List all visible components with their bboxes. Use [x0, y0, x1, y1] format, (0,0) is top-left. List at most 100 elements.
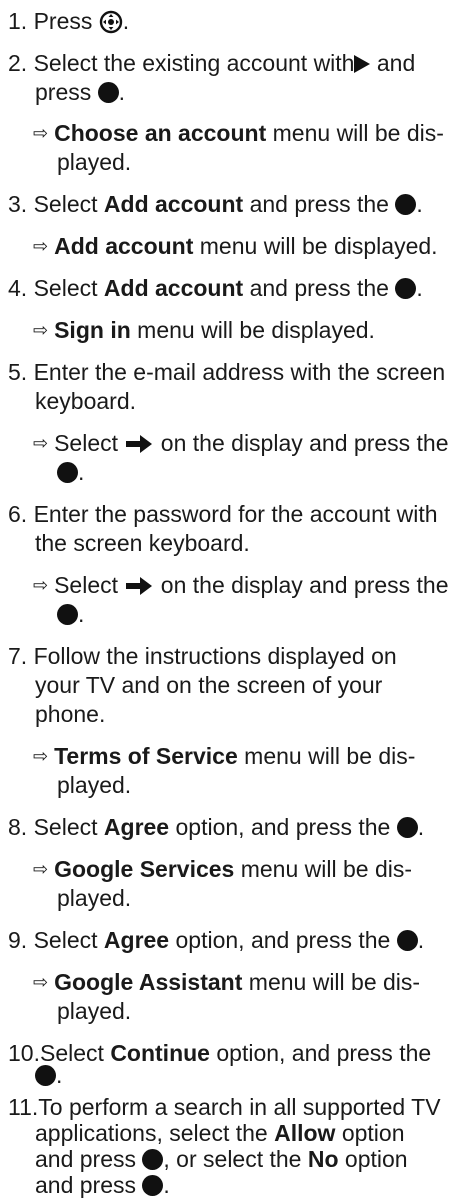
ok-button-icon	[396, 817, 418, 838]
option-name: Allow	[274, 1120, 336, 1146]
step-text: Select the existing account with	[33, 50, 355, 76]
step-text: your TV and on the screen of your	[35, 672, 383, 698]
step-11-line-2: applications, select the Allow option	[35, 1120, 405, 1147]
option-name: No	[307, 1146, 339, 1172]
result-arrow-icon: ⇨	[33, 320, 49, 340]
result-terms-of-service: ⇨ Terms of Service menu will be dis-	[33, 743, 415, 772]
result-text: menu will be displayed.	[130, 317, 375, 343]
step-7-line-2: your TV and on the screen of your	[35, 672, 382, 699]
result-arrow-icon: ⇨	[33, 123, 49, 143]
ok-button-icon	[57, 604, 78, 625]
step-text: Select	[33, 275, 104, 301]
step-text: To perform a search in all supported TV	[38, 1094, 441, 1120]
result-add-account: ⇨ Add account menu will be displayed.	[33, 233, 438, 262]
result-sign-in: ⇨ Sign in menu will be displayed.	[33, 317, 375, 346]
step-number: 5.	[8, 359, 28, 385]
result-arrow-icon: ⇨	[33, 575, 49, 595]
step-number: 9.	[8, 927, 28, 953]
step-7-line-3: phone.	[35, 701, 105, 728]
step-text-end: .	[416, 275, 423, 301]
step-10: 10.Select Continue option, and press the	[8, 1040, 431, 1067]
result-arrow-icon: ⇨	[33, 972, 49, 992]
result-text: on the display and press the	[154, 572, 449, 598]
step-text: Press	[33, 8, 99, 34]
menu-name: Google Services	[54, 856, 235, 882]
step-text: Select	[33, 191, 104, 217]
result-text: Select	[54, 430, 125, 456]
instruction-document: 1. Press . 2. Select the existing accoun…	[0, 0, 469, 1201]
result-select-arrow-2: ⇨ Select on the display and press the	[33, 572, 449, 601]
result-select-arrow-1: ⇨ Select on the display and press the	[33, 430, 449, 459]
step-number: 4.	[8, 275, 28, 301]
step-6-line-2: the screen keyboard.	[35, 530, 250, 557]
ok-button-icon	[142, 1175, 164, 1196]
ok-button-icon	[35, 1065, 56, 1086]
step-6: 6. Enter the password for the account wi…	[8, 501, 438, 528]
step-11: 11.To perform a search in all supported …	[8, 1094, 441, 1121]
result-choose-account-line-2: played.	[57, 149, 131, 176]
step-number: 8.	[8, 814, 28, 840]
step-2: 2. Select the existing account with and	[8, 50, 415, 77]
ok-button-icon	[395, 194, 417, 215]
result-text-end: .	[78, 601, 85, 627]
result-text: menu will be dis-	[242, 969, 421, 995]
step-text: Select	[33, 814, 104, 840]
step-11-line-3: and press , or select the No option	[35, 1146, 408, 1173]
step-text-end: .	[163, 1172, 170, 1198]
result-select-arrow-2-line-2: .	[57, 601, 84, 628]
result-text: menu will be dis-	[266, 120, 444, 146]
step-text: option, and press the	[169, 927, 397, 953]
result-text: Select	[54, 572, 125, 598]
result-choose-account: ⇨ Choose an account menu will be dis-	[33, 120, 444, 149]
right-arrow-icon	[126, 435, 153, 453]
step-4: 4. Select Add account and press the .	[8, 275, 423, 302]
option-name: Agree	[103, 927, 170, 953]
option-name: Add account	[103, 191, 244, 217]
step-text: phone.	[35, 701, 106, 727]
step-3: 3. Select Add account and press the .	[8, 191, 423, 218]
menu-name: Google Assistant	[54, 969, 243, 995]
step-text-end: .	[56, 1062, 63, 1088]
step-text: option, and press the	[169, 814, 397, 840]
result-text: played.	[57, 885, 132, 911]
step-10-line-2: .	[35, 1062, 62, 1089]
result-arrow-icon: ⇨	[33, 236, 49, 256]
menu-name: Sign in	[54, 317, 131, 343]
result-arrow-icon: ⇨	[33, 746, 49, 766]
right-arrow-icon	[126, 577, 153, 595]
result-text: played.	[57, 772, 132, 798]
step-text: and press	[35, 1146, 143, 1172]
step-number: 11.	[8, 1094, 39, 1120]
option-name: Add account	[103, 275, 244, 301]
step-2-line-2: press .	[35, 79, 125, 106]
step-text-end: .	[417, 814, 425, 840]
step-text: keyboard.	[35, 388, 137, 414]
step-text-end: .	[118, 79, 126, 105]
step-text: , or select the	[163, 1146, 308, 1172]
step-text: the screen keyboard.	[35, 530, 250, 556]
step-7: 7. Follow the instructions displayed on	[8, 643, 397, 670]
ok-button-icon	[396, 930, 418, 951]
step-text: Follow the instructions displayed on	[33, 643, 397, 669]
result-select-arrow-1-line-2: .	[57, 459, 84, 486]
step-text: and press the	[243, 275, 396, 301]
step-number: 6.	[8, 501, 28, 527]
step-text: option	[338, 1146, 408, 1172]
step-1: 1. Press .	[8, 8, 129, 35]
menu-name: Terms of Service	[54, 743, 238, 769]
result-google-services: ⇨ Google Services menu will be dis-	[33, 856, 412, 885]
result-arrow-icon: ⇨	[33, 859, 49, 879]
step-9: 9. Select Agree option, and press the .	[8, 927, 424, 954]
menu-name: Choose an account	[54, 120, 267, 146]
step-5: 5. Enter the e-mail address with the scr…	[8, 359, 445, 386]
step-8: 8. Select Agree option, and press the .	[8, 814, 424, 841]
step-number: 1.	[8, 8, 28, 34]
navigation-pad-icon	[99, 10, 122, 34]
option-name: Agree	[103, 814, 170, 840]
step-text-end: .	[417, 927, 425, 953]
step-text-end: .	[416, 191, 423, 217]
result-text: on the display and press the	[154, 430, 449, 456]
ok-button-icon	[142, 1149, 164, 1170]
ok-button-icon	[57, 462, 78, 483]
step-number: 3.	[8, 191, 28, 217]
